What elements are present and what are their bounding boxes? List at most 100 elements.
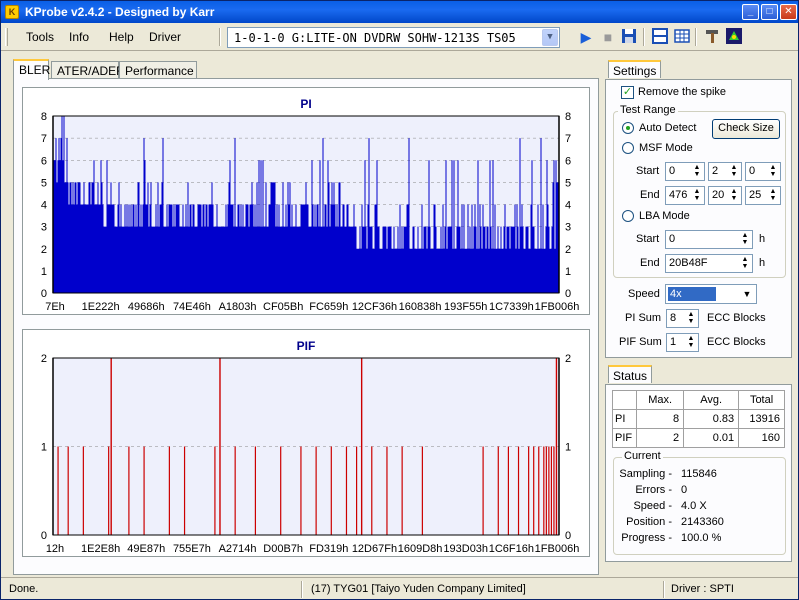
x-tick-label: 74E46h [173, 301, 211, 313]
stop-icon[interactable]: ■ [599, 28, 617, 46]
lba-mode-radio[interactable] [622, 210, 634, 222]
check-size-button[interactable]: Check Size [712, 119, 780, 139]
speed-select-value: 4x [668, 287, 716, 301]
stats-row-pi: PI 8 0.83 13916 [611, 409, 785, 429]
stats-cell: 160 [738, 428, 785, 448]
lba-start-input[interactable]: 0 ▲ ▼ [665, 230, 753, 249]
x-tick-label: 1C7339h [489, 301, 534, 313]
maximize-button[interactable]: □ [761, 4, 778, 20]
spin-arrows-icon: ▲ ▼ [687, 335, 695, 349]
y-tick-label-left: 1 [41, 266, 47, 278]
chart-title: PIF [297, 339, 316, 353]
kprobe-app-icon: K [5, 5, 19, 19]
current-group: Current Sampling - 115846 Errors - 0 Spe… [613, 450, 786, 555]
msf-end-frame-input[interactable]: 25 ▲ ▼ [745, 186, 781, 205]
tab-ater-ader[interactable]: ATER/ADER [51, 61, 125, 79]
x-tick-label: 12D67Fh [352, 543, 397, 555]
toolbar-separator [695, 28, 697, 46]
y-tick-label-left: 4 [41, 200, 47, 212]
x-tick-label: 1C6F16h [489, 543, 534, 555]
position-value: 2143360 [681, 516, 724, 528]
msf-start-min-input[interactable]: 0 ▲ ▼ [665, 162, 705, 181]
minimize-button[interactable]: _ [742, 4, 759, 20]
x-tick-label: 755E7h [173, 543, 211, 555]
chevron-down-icon[interactable]: ▼ [739, 286, 755, 302]
x-tick-label: 193D03h [443, 543, 488, 555]
grid-icon[interactable] [673, 28, 691, 46]
y-tick-label-right: 3 [565, 222, 571, 234]
tab-performance[interactable]: Performance [119, 61, 197, 79]
spin-arrows-icon: ▲ ▼ [741, 256, 749, 270]
tab-bler[interactable]: BLER [13, 59, 50, 80]
tools-icon[interactable] [703, 28, 721, 46]
menu-info[interactable]: Info [69, 30, 89, 44]
x-tick-label: 12h [46, 543, 64, 555]
stats-cell: PI [611, 409, 638, 429]
bler-panel: PI 0 0 1 1 2 2 3 3 4 4 5 5 6 6 7 7 8 8 7Eh 1E222h 49686h 74E46… [13, 78, 599, 575]
chevron-down-icon[interactable]: ▼ [542, 29, 558, 46]
stats-header-cell [611, 390, 638, 410]
drive-select[interactable]: 1-0-1-0 G:LITE-ON DVDRW SOHW-1213S TS05 … [227, 27, 560, 48]
menu-tools[interactable]: Tools [26, 30, 54, 44]
spin-arrows-icon: ▲ ▼ [693, 164, 701, 178]
pi-sum-input[interactable]: 8 ▲ ▼ [666, 309, 699, 328]
stats-header-row: Max. Avg. Total [611, 390, 785, 410]
menu-help[interactable]: Help [109, 30, 134, 44]
tab-settings[interactable]: Settings [608, 60, 662, 78]
spin-arrows-icon: ▲ ▼ [769, 188, 777, 202]
msf-mode-radio[interactable] [622, 142, 634, 154]
msf-start-sec-input[interactable]: 2 ▲ ▼ [708, 162, 742, 181]
sampling-label: Sampling - [619, 468, 672, 480]
x-tick-label: 160838h [399, 301, 442, 313]
speed-select[interactable]: 4x ▼ [665, 284, 757, 304]
y-tick-label-right: 4 [565, 200, 571, 212]
spin-arrows-icon: ▲ ▼ [769, 164, 777, 178]
y-tick-label-left: 6 [41, 155, 47, 167]
stats-cell: PIF [611, 428, 638, 448]
lba-end-input[interactable]: 20B48F ▲ ▼ [665, 254, 753, 273]
y-tick-label-left: 2 [41, 353, 47, 365]
close-button[interactable]: ✕ [780, 4, 797, 20]
pif-chart: PIF 0 0 1 1 2 2 12h 1E2E8h 49E87h 755E7h A2714h D00B… [22, 329, 590, 557]
spin-arrows-icon: ▲ ▼ [693, 188, 701, 202]
menu-driver[interactable]: Driver [149, 30, 181, 44]
auto-detect-radio[interactable] [622, 122, 634, 134]
spin-arrows-icon: ▲ ▼ [730, 164, 738, 178]
msf-end-sec-input[interactable]: 20 ▲ ▼ [708, 186, 742, 205]
lba-end-unit: h [759, 257, 766, 269]
y-tick-label-left: 0 [41, 288, 47, 300]
stats-cell: 2 [636, 428, 685, 448]
x-tick-label: 12CF36h [352, 301, 397, 313]
y-tick-label-right: 5 [565, 177, 571, 189]
x-tick-label: A1803h [219, 301, 257, 313]
pi-sum-unit: ECC Blocks [707, 312, 766, 324]
layout-icon[interactable] [651, 28, 669, 46]
sampling-value: 115846 [681, 468, 717, 480]
status-text: Done. [9, 583, 39, 595]
lba-end-label: End [640, 257, 660, 269]
y-tick-label-right: 8 [565, 111, 571, 123]
msf-end-min-input[interactable]: 476 ▲ ▼ [665, 186, 705, 205]
x-tick-label: 1E222h [82, 301, 120, 313]
test-range-label: Test Range [618, 104, 678, 116]
menu-grip [5, 28, 8, 46]
pif-chart-svg: PIF 0 0 1 1 2 2 12h 1E2E8h 49E87h 755E7h A2714h D00B… [41, 339, 579, 555]
spin-arrows-icon: ▲ ▼ [730, 188, 738, 202]
tab-status[interactable]: Status [608, 365, 653, 383]
x-tick-label: FD319h [309, 543, 348, 555]
y-tick-label-right: 2 [565, 244, 571, 256]
lba-mode-label: LBA Mode [639, 210, 690, 222]
remove-spike-checkbox[interactable]: ✓ [621, 86, 634, 99]
pif-sum-label: PIF Sum [619, 336, 662, 348]
save-icon[interactable] [620, 28, 638, 46]
msf-start-frame-input[interactable]: 0 ▲ ▼ [745, 162, 781, 181]
kprobe-icon[interactable] [725, 28, 743, 46]
y-tick-label-left: 1 [41, 442, 47, 454]
x-tick-label: 1FB006h [535, 301, 580, 313]
pif-sum-input[interactable]: 1 ▲ ▼ [666, 333, 699, 352]
msf-start-label: Start [636, 165, 660, 177]
play-icon[interactable]: ▶ [577, 28, 595, 46]
window-title: KProbe v2.4.2 - Designed by Karr [25, 5, 215, 19]
y-tick-label-left: 8 [41, 111, 47, 123]
y-tick-label-right: 6 [565, 155, 571, 167]
